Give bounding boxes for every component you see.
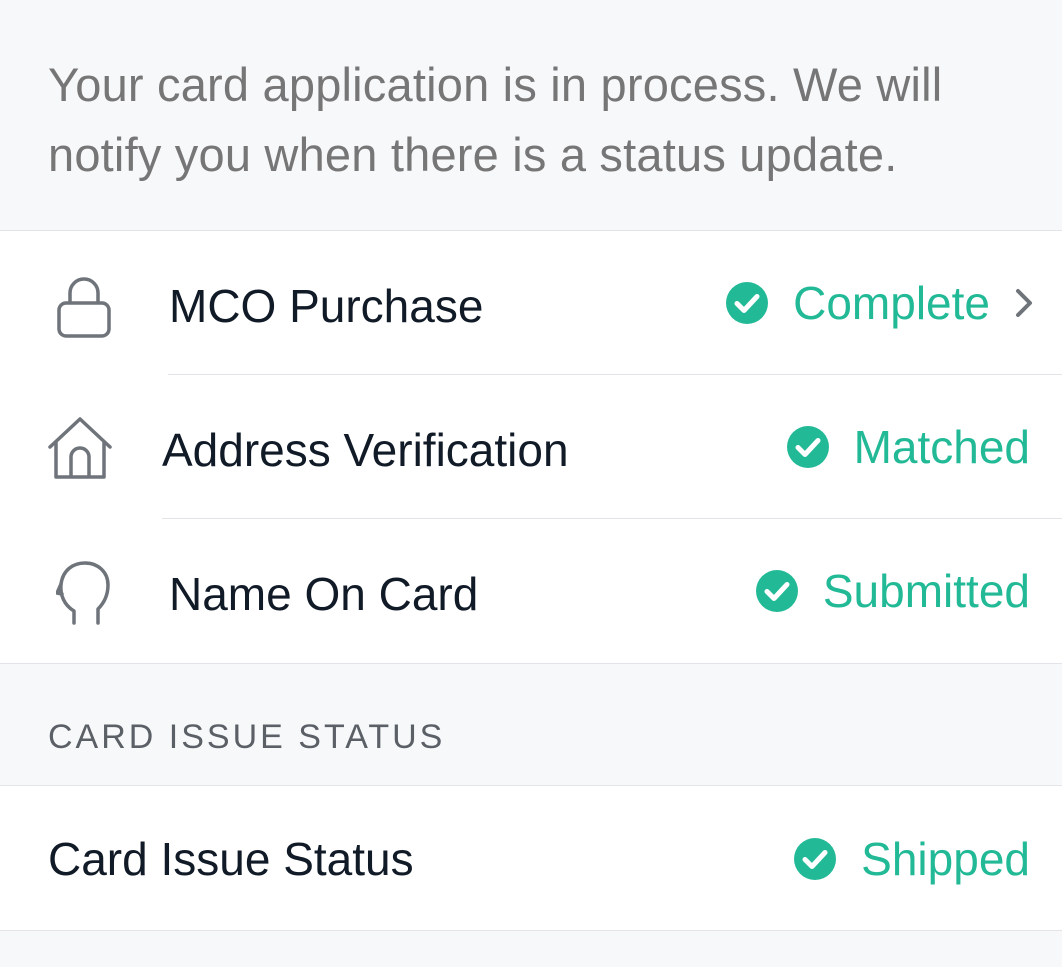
step-row-mco-purchase[interactable]: MCO Purchase Complete bbox=[0, 231, 1062, 375]
status-badge: Matched bbox=[786, 417, 1030, 477]
step-row-name-on-card: Name On Card Submitted bbox=[0, 519, 1062, 663]
status-text: Matched bbox=[853, 421, 1030, 473]
notice-text: Your card application is in process. We … bbox=[48, 58, 943, 181]
step-label: Address Verification bbox=[162, 424, 569, 476]
status-badge: Complete bbox=[725, 273, 990, 333]
card-application-status-screen: Your card application is in process. We … bbox=[0, 0, 1062, 967]
status-text: Complete bbox=[793, 277, 990, 329]
step-row-address-verification: Address Verification Matched bbox=[0, 375, 1062, 519]
lock-icon bbox=[56, 275, 112, 344]
application-steps-list: MCO Purchase Complete Address Verificati… bbox=[0, 230, 1062, 664]
section-title-card-issue: CARD ISSUE STATUS bbox=[48, 718, 446, 756]
chevron-right-icon bbox=[1016, 289, 1032, 317]
check-circle-icon bbox=[755, 570, 798, 612]
status-notice: Your card application is in process. We … bbox=[0, 0, 1062, 230]
check-circle-icon bbox=[786, 426, 829, 468]
card-issue-label: Card Issue Status bbox=[48, 833, 414, 885]
check-circle-icon bbox=[794, 838, 837, 880]
card-issue-status-row: Card Issue Status Shipped bbox=[0, 785, 1062, 931]
status-badge: Shipped bbox=[793, 829, 1030, 889]
status-badge: Submitted bbox=[755, 561, 1030, 621]
check-circle-icon bbox=[726, 282, 769, 324]
home-icon bbox=[46, 415, 114, 488]
status-text: Submitted bbox=[822, 565, 1030, 617]
status-text: Shipped bbox=[861, 833, 1030, 885]
step-label: MCO Purchase bbox=[169, 280, 484, 332]
step-label: Name On Card bbox=[169, 568, 479, 620]
bottom-area bbox=[0, 931, 1062, 967]
person-head-icon bbox=[55, 559, 112, 632]
